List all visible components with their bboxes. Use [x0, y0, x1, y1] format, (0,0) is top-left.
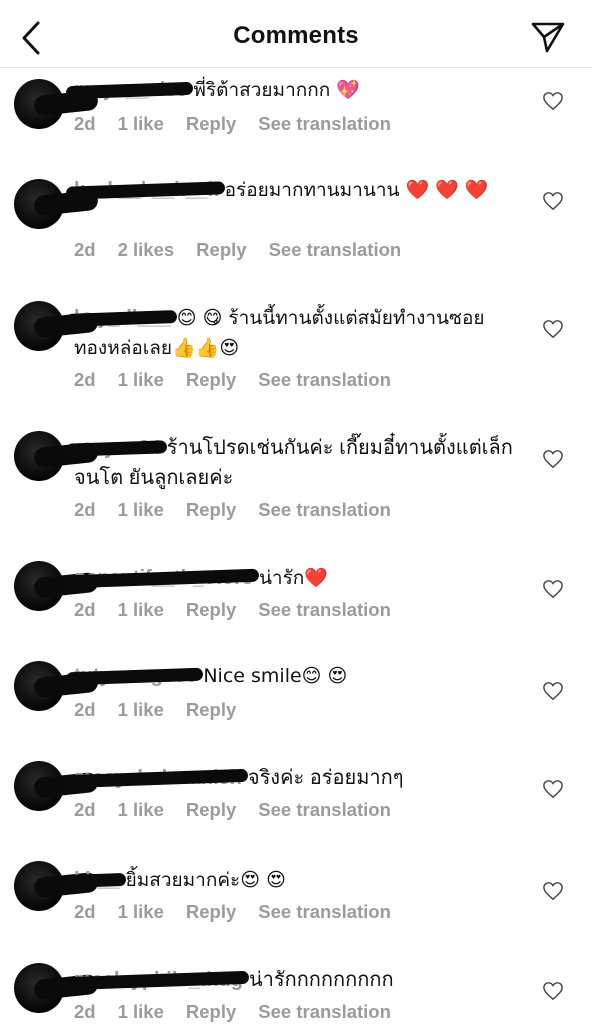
comment-item: maalayphile_thug น่ารักกกกกกกกก 2d 1 like R… — [0, 959, 592, 1024]
reply-button[interactable]: Reply — [186, 699, 236, 721]
avatar[interactable] — [14, 301, 64, 351]
heart-icon[interactable] — [542, 881, 564, 901]
likes-count[interactable]: 1 like — [118, 369, 164, 391]
see-translation-link[interactable]: See translation — [258, 369, 391, 391]
comment-time: 2d — [74, 799, 96, 820]
comment-username[interactable]: panantif__th_store — [74, 563, 253, 593]
comment-meta: 2d 2 likes Reply See translation — [74, 239, 423, 261]
comment-item: k__k__k__k__k อร่อยมากทานมานาน ❤️ ❤️ ❤️ 2… — [0, 169, 592, 299]
comment-meta: 2d 1 like Reply See translation — [74, 1001, 413, 1023]
comment-time: 2d — [74, 1001, 96, 1022]
likes-count[interactable]: 1 like — [118, 599, 164, 621]
reply-button[interactable]: Reply — [186, 369, 236, 391]
comment-username[interactable]: maalayphile_thug — [74, 965, 243, 995]
page-title: Comments — [233, 22, 359, 49]
likes-count[interactable]: 1 like — [118, 799, 164, 821]
comment-text: จริงค่ะ อร่อยมากๆ — [247, 767, 404, 789]
comment-item: panantif__th_store น่ารัก❤️ 2d 1 like Reply… — [0, 559, 592, 659]
comment-item: mayu__alee พี่ริต้าสวยมากกก 💖 2d 1 like Rep… — [0, 69, 592, 169]
likes-count[interactable]: 1 like — [118, 113, 164, 135]
avatar[interactable] — [14, 661, 64, 711]
comment-text: ยิ้มสวยมากค่ะ😍 😍 — [125, 869, 286, 891]
comment-time: 2d — [74, 901, 96, 922]
comment-username[interactable]: tutywongso5 — [74, 661, 197, 691]
reply-button[interactable]: Reply — [186, 901, 236, 923]
reply-button[interactable]: Reply — [186, 499, 236, 521]
comment-item: arayan24 ร้านโปรดเช่นกันค่ะ เกี๊ยมอี๋ทานต… — [0, 429, 592, 559]
heart-icon[interactable] — [542, 579, 564, 599]
comment-username[interactable]: mayu__alee — [74, 75, 187, 105]
reply-button[interactable]: Reply — [186, 799, 236, 821]
reply-button[interactable]: Reply — [196, 239, 246, 261]
likes-count[interactable]: 1 like — [118, 901, 164, 923]
heart-icon[interactable] — [542, 191, 564, 211]
comment-meta: 2d 1 like Reply See translation — [74, 799, 413, 821]
comment-text: Nice smile😊 😍 — [203, 665, 348, 687]
share-button[interactable] — [530, 20, 566, 54]
comment-username[interactable]: k__k__k__k__k — [74, 175, 219, 205]
comment-meta: 2d 1 like Reply See translation — [74, 599, 413, 621]
see-translation-link[interactable]: See translation — [258, 599, 391, 621]
paper-plane-icon — [531, 22, 565, 53]
avatar[interactable] — [14, 963, 64, 1013]
comment-time: 2d — [74, 699, 96, 720]
likes-count[interactable]: 1 like — [118, 499, 164, 521]
reply-button[interactable]: Reply — [186, 1001, 236, 1023]
reply-button[interactable]: Reply — [186, 113, 236, 135]
comments-list[interactable]: mayu__alee พี่ริต้าสวยมากกก 💖 2d 1 like Rep… — [0, 69, 592, 1024]
avatar[interactable] — [14, 561, 64, 611]
comment-username[interactable]: arayan24 — [74, 433, 161, 463]
comment-time: 2d — [74, 369, 96, 390]
comment-username[interactable]: kuy_dl___ — [74, 303, 171, 333]
header-bar: Comments — [0, 0, 592, 68]
see-translation-link[interactable]: See translation — [258, 113, 391, 135]
avatar[interactable] — [14, 79, 64, 129]
see-translation-link[interactable]: See translation — [258, 901, 391, 923]
comment-item: moeycholavanich จริงค่ะ อร่อยมากๆ 2d 1 lik… — [0, 759, 592, 859]
heart-icon[interactable] — [542, 449, 564, 469]
avatar[interactable] — [14, 179, 64, 229]
comment-username[interactable]: kh__ — [74, 865, 120, 895]
likes-count[interactable]: 1 like — [118, 1001, 164, 1023]
comment-meta: 2d 1 like Reply See translation — [74, 499, 413, 521]
heart-icon[interactable] — [542, 779, 564, 799]
see-translation-link[interactable]: See translation — [258, 799, 391, 821]
comment-time: 2d — [74, 113, 96, 134]
comment-text: พี่ริต้าสวยมากกก 💖 — [193, 79, 360, 101]
see-translation-link[interactable]: See translation — [269, 239, 402, 261]
heart-icon[interactable] — [542, 91, 564, 111]
likes-count[interactable]: 2 likes — [118, 239, 175, 261]
comment-meta: 2d 1 like Reply See translation — [74, 901, 413, 923]
comment-time: 2d — [74, 239, 96, 260]
reply-button[interactable]: Reply — [186, 599, 236, 621]
heart-icon[interactable] — [542, 681, 564, 701]
comment-meta: 2d 1 like Reply See translation — [74, 369, 413, 391]
comment-time: 2d — [74, 599, 96, 620]
see-translation-link[interactable]: See translation — [258, 499, 391, 521]
avatar[interactable] — [14, 861, 64, 911]
heart-icon[interactable] — [542, 319, 564, 339]
comment-item: kh__ ยิ้มสวยมากค่ะ😍 😍 2d 1 like Reply See tr… — [0, 859, 592, 959]
avatar[interactable] — [14, 431, 64, 481]
comment-text: อร่อยมากทานมานาน ❤️ ❤️ ❤️ — [224, 179, 489, 201]
comment-text: น่ารัก❤️ — [258, 567, 328, 589]
likes-count[interactable]: 1 like — [118, 699, 164, 721]
comment-meta: 2d 1 like Reply See translation — [74, 113, 413, 135]
comment-text: น่ารักกกกกกกกก — [248, 969, 394, 991]
see-translation-link[interactable]: See translation — [258, 1001, 391, 1023]
comment-username[interactable]: moeycholavanich — [74, 763, 242, 793]
comment-meta: 2d 1 like Reply — [74, 699, 258, 721]
comment-item: tutywongso5 Nice smile😊 😍 2d 1 like Reply — [0, 659, 592, 759]
avatar[interactable] — [14, 761, 64, 811]
comment-time: 2d — [74, 499, 96, 520]
comment-item: kuy_dl___ 😊 😋 ร้านนี้ทานตั้งแต่สมัยทำงานซ… — [0, 299, 592, 429]
heart-icon[interactable] — [542, 981, 564, 1001]
